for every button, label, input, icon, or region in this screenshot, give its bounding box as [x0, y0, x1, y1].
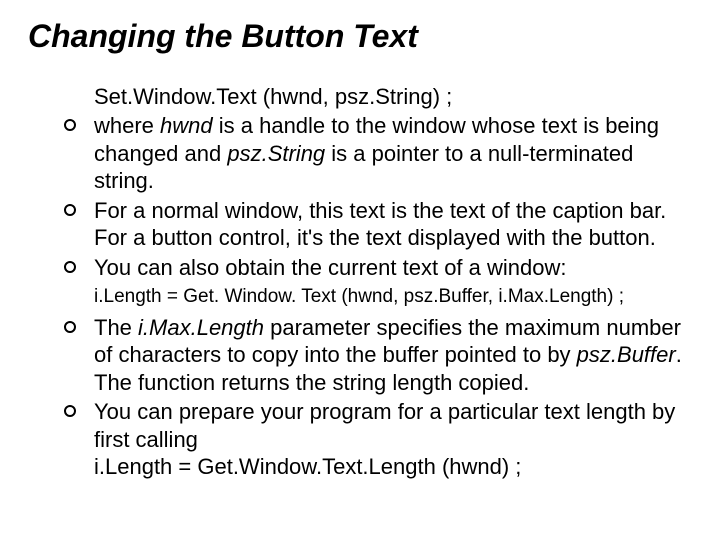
bullet-obtain-current-text: You can also obtain the current text of …: [28, 254, 692, 282]
code-line-getwindowtext: i.Length = Get. Window. Text (hwnd, psz.…: [94, 285, 692, 310]
bullet-normal-window: For a normal window, this text is the te…: [28, 197, 692, 252]
text: You can prepare your program for a parti…: [94, 399, 675, 452]
bullet-prepare-program: You can prepare your program for a parti…: [28, 398, 692, 481]
slide-title: Changing the Button Text: [28, 18, 692, 55]
italic-pszstring: psz.String: [227, 141, 325, 166]
text: where: [94, 113, 160, 138]
text: The: [94, 315, 138, 340]
italic-pszbuffer: psz.Buffer: [577, 342, 676, 367]
bullet-where-hwnd: where hwnd is a handle to the window who…: [28, 112, 692, 195]
bullet-list-2: The i.Max.Length parameter specifies the…: [28, 314, 692, 481]
code-line-getwindowtextlength: i.Length = Get.Window.Text.Length (hwnd)…: [94, 454, 521, 479]
italic-imaxlength: i.Max.Length: [138, 315, 264, 340]
italic-hwnd: hwnd: [160, 113, 213, 138]
bullet-imaxlength: The i.Max.Length parameter specifies the…: [28, 314, 692, 397]
bullet-list: where hwnd is a handle to the window who…: [28, 112, 692, 281]
slide: Changing the Button Text Set.Window.Text…: [0, 0, 720, 540]
code-line-setwindowtext: Set.Window.Text (hwnd, psz.String) ;: [94, 83, 692, 111]
